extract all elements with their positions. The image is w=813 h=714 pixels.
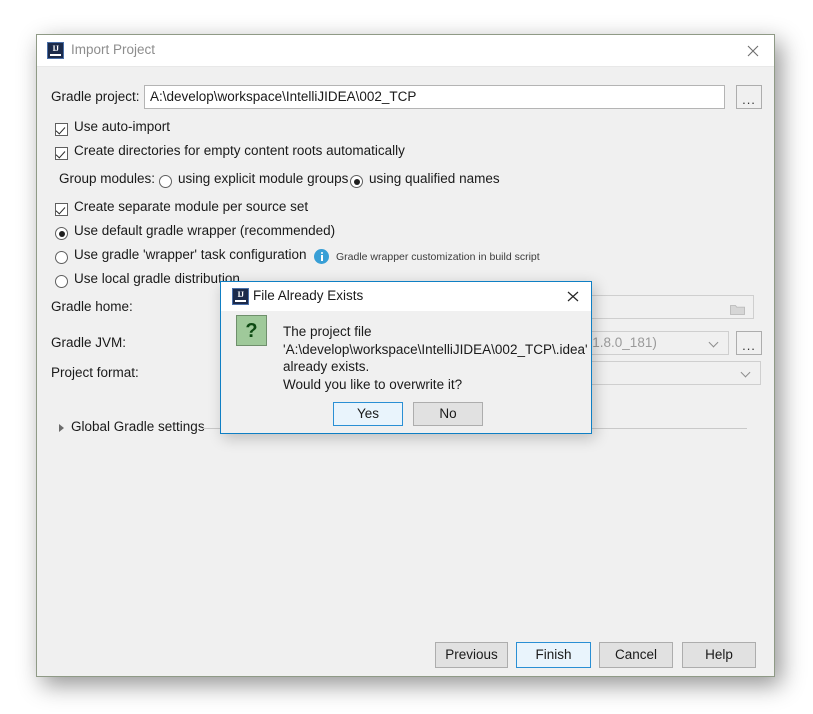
info-icon	[314, 249, 329, 264]
modal-yes-button[interactable]: Yes	[333, 402, 403, 426]
gradle-project-input[interactable]: A:\develop\workspace\IntelliJIDEA\002_TC…	[144, 85, 725, 109]
use-default-gradle-wrapper-label: Use default gradle wrapper (recommended)	[74, 223, 336, 238]
global-gradle-settings-label[interactable]: Global Gradle settings	[71, 419, 205, 434]
modal-message-line-1: The project file	[283, 324, 372, 339]
ellipsis-icon: ...	[742, 92, 756, 107]
modal-intellij-logo-text: IJ	[237, 290, 244, 299]
use-wrapper-task-configuration-label: Use gradle 'wrapper' task configuration	[74, 247, 307, 262]
use-auto-import-label: Use auto-import	[74, 119, 171, 134]
file-already-exists-dialog: IJ File Already Exists ? The project fil…	[220, 281, 592, 434]
chevron-down-icon	[710, 338, 720, 348]
modal-message-line-3: already exists.	[283, 359, 370, 374]
use-local-gradle-distribution-radio[interactable]	[55, 275, 68, 288]
gradle-wrapper-info-text: Gradle wrapper customization in build sc…	[336, 251, 540, 263]
screen: IJ Import Project Gradle project: A:\dev…	[0, 0, 813, 714]
intellij-logo-text: IJ	[52, 44, 59, 53]
intellij-logo-icon: IJ	[47, 42, 64, 59]
folder-icon	[730, 302, 745, 315]
separate-module-per-source-set-checkbox[interactable]	[55, 203, 68, 216]
finish-button[interactable]: Finish	[516, 642, 591, 668]
gradle-jvm-label: Gradle JVM:	[51, 335, 127, 350]
use-default-gradle-wrapper-radio[interactable]	[55, 227, 68, 240]
previous-button[interactable]: Previous	[435, 642, 508, 668]
group-modules-explicit-label: using explicit module groups	[178, 171, 349, 186]
modal-message: The project file 'A:\develop\workspace\I…	[283, 323, 588, 393]
use-wrapper-task-configuration-radio[interactable]	[55, 251, 68, 264]
window-title: Import Project	[71, 42, 156, 57]
group-modules-qualified-label: using qualified names	[369, 171, 500, 186]
gradle-project-label: Gradle project:	[51, 89, 140, 104]
modal-title: File Already Exists	[253, 288, 364, 303]
window-titlebar: IJ Import Project	[37, 35, 774, 67]
group-modules-explicit-radio[interactable]	[159, 175, 172, 188]
question-mark-glyph: ?	[245, 320, 258, 342]
create-directories-label: Create directories for empty content roo…	[74, 143, 405, 158]
ellipsis-icon: ...	[742, 338, 756, 353]
modal-intellij-logo-bar	[235, 300, 246, 302]
use-local-gradle-distribution-label: Use local gradle distribution	[74, 271, 240, 286]
modal-no-button[interactable]: No	[413, 402, 483, 426]
chevron-down-icon	[742, 368, 752, 378]
gradle-jvm-browse-button[interactable]: ...	[736, 331, 762, 355]
group-modules-qualified-radio[interactable]	[350, 175, 363, 188]
modal-close-button[interactable]	[562, 287, 584, 306]
group-modules-label: Group modules:	[59, 171, 156, 186]
use-auto-import-checkbox[interactable]	[55, 123, 68, 136]
gradle-home-label: Gradle home:	[51, 299, 133, 314]
modal-message-line-4: Would you like to overwrite it?	[283, 376, 463, 392]
gradle-project-browse-button[interactable]: ...	[736, 85, 762, 109]
help-button[interactable]: Help	[682, 642, 756, 668]
modal-intellij-logo-icon: IJ	[232, 288, 249, 305]
separate-module-per-source-set-label: Create separate module per source set	[74, 199, 309, 214]
create-directories-checkbox[interactable]	[55, 147, 68, 160]
cancel-button[interactable]: Cancel	[599, 642, 673, 668]
global-gradle-settings-expander-icon[interactable]	[59, 424, 64, 432]
modal-titlebar: IJ File Already Exists	[221, 282, 591, 311]
intellij-logo-bar	[50, 54, 61, 56]
question-icon: ?	[236, 315, 267, 346]
window-close-button[interactable]	[740, 41, 766, 61]
modal-message-line-2: 'A:\develop\workspace\IntelliJIDEA\002_T…	[283, 341, 588, 357]
project-format-label: Project format:	[51, 365, 139, 380]
